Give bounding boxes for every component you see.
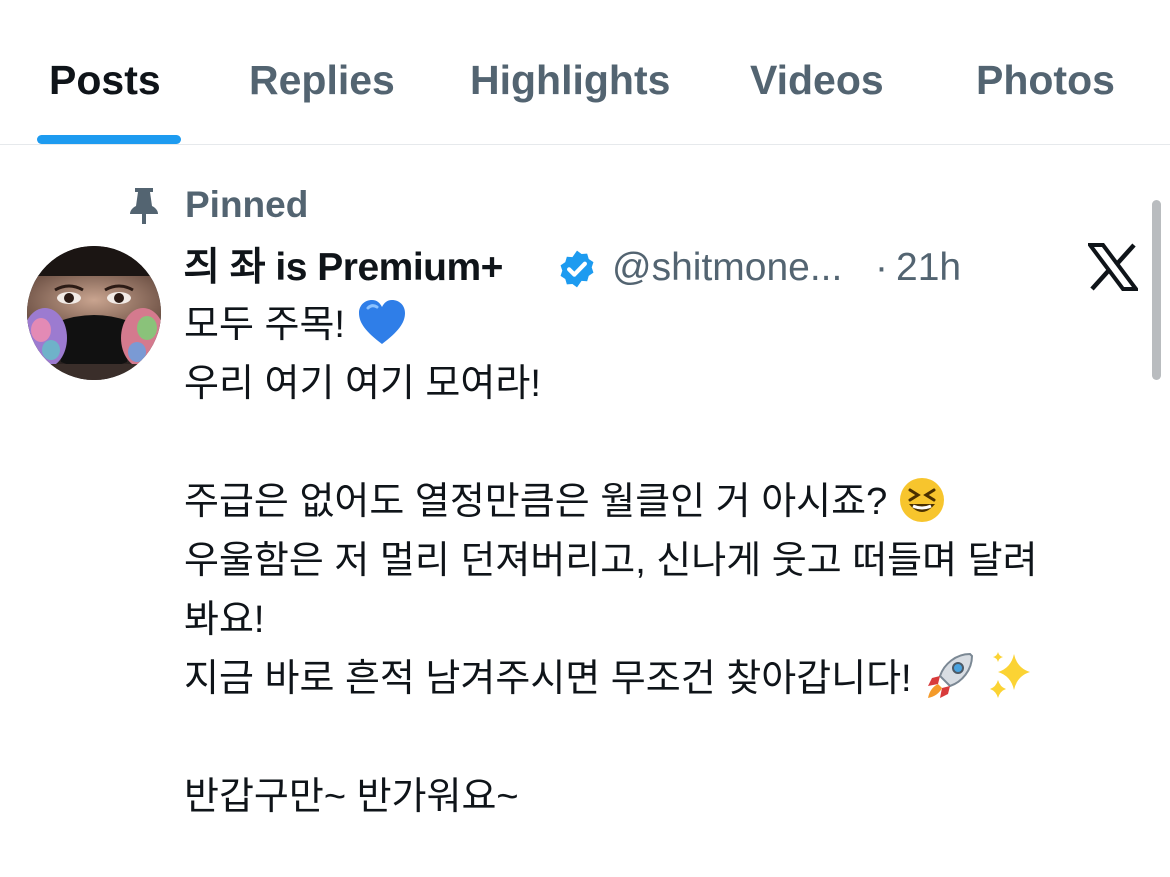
post-line: 우리 여기 여기 모여라! (184, 363, 541, 405)
scrollbar[interactable] (1152, 200, 1161, 380)
post-line: 지금 바로 흔적 남겨주시면 무조건 찾아갑니다! (184, 650, 1144, 709)
separator-dot: · (875, 246, 888, 289)
tab-posts[interactable]: Posts (49, 55, 161, 105)
post-line: 봐요! (184, 599, 265, 641)
profile-tab-bar: Posts Replies Highlights Videos Photos (0, 0, 1170, 145)
grinning-squinting-face-icon (899, 477, 944, 522)
pinned-label: Pinned (185, 184, 309, 225)
post-timestamp[interactable]: 21h (896, 240, 961, 296)
rocket-icon (928, 652, 974, 698)
post-text: 모두 주목! 우리 여기 여기 모여라! 주급은 없어도 열정만큼은 월클인 거… (184, 296, 1144, 827)
tab-replies[interactable]: Replies (249, 55, 395, 105)
post-line: 우울함은 저 멀리 던져버리고, 신나게 웃고 떠들며 달려 (184, 540, 1038, 582)
post-line: 주급은 없어도 열정만큼은 월클인 거 아시죠? (184, 473, 1144, 532)
verified-badge-icon[interactable] (556, 248, 598, 290)
tab-videos[interactable]: Videos (750, 55, 884, 105)
user-handle[interactable]: @shitmone... (612, 240, 842, 296)
sparkles-icon (990, 651, 1031, 698)
post-line: 반갑구만~ 반가워요~ (184, 776, 519, 818)
blue-heart-icon (358, 299, 405, 344)
display-name[interactable]: 즤 좌 is Premium+ (184, 240, 503, 296)
x-logo-icon (1088, 243, 1138, 291)
post-line-blank (184, 709, 1144, 768)
profile-posts-view: Posts Replies Highlights Videos Photos P… (0, 0, 1170, 877)
avatar[interactable] (27, 246, 161, 380)
active-tab-indicator (37, 135, 181, 144)
post-line: 모두 주목! (184, 296, 1144, 355)
tab-highlights[interactable]: Highlights (470, 55, 670, 105)
tab-photos[interactable]: Photos (976, 55, 1115, 105)
pin-icon (130, 188, 158, 224)
post-line-blank (184, 414, 1144, 473)
